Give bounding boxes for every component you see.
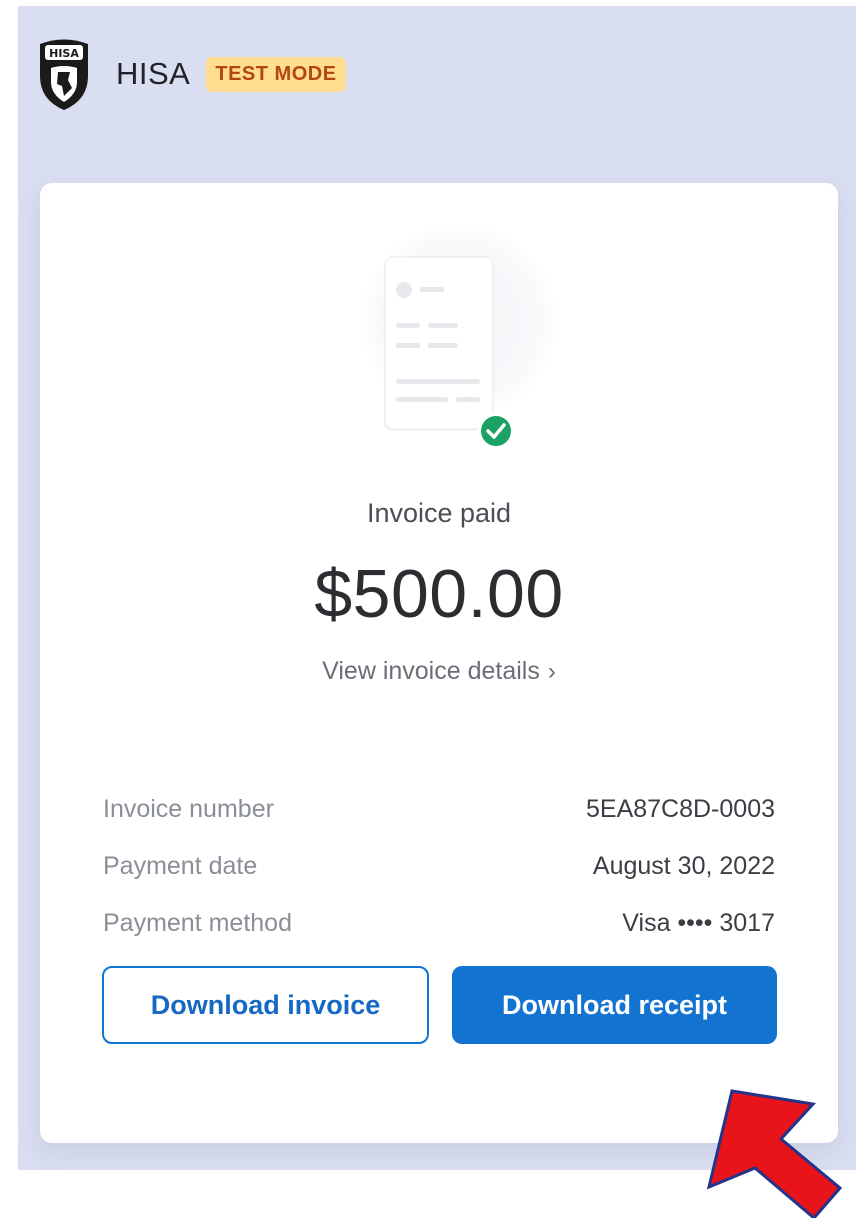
payment-date-label: Payment date: [103, 852, 258, 880]
invoice-card: Invoice paid $500.00 View invoice detail…: [40, 183, 838, 1143]
view-invoice-details-label: View invoice details: [322, 657, 540, 685]
brand-name: HISA: [116, 56, 191, 91]
hisa-logo-icon: HISA: [40, 39, 88, 110]
invoice-number-label: Invoice number: [103, 795, 274, 823]
action-buttons: Download invoice Download receipt: [102, 966, 777, 1046]
payment-date-value: August 30, 2022: [592, 852, 775, 880]
payment-date-row: Payment date August 30, 2022: [103, 838, 775, 895]
payment-method-row: Payment method Visa •••• 3017: [103, 895, 775, 952]
check-circle-icon: [478, 413, 514, 449]
download-receipt-button[interactable]: Download receipt: [452, 966, 777, 1044]
invoice-status: Invoice paid: [366, 498, 512, 528]
header: HISA HISA TEST MODE: [38, 38, 346, 110]
logo-text: HISA: [49, 47, 79, 60]
invoice-document-icon: [384, 256, 514, 449]
chevron-right-icon: ›: [547, 658, 556, 685]
invoice-number-row: Invoice number 5EA87C8D-0003: [103, 781, 775, 838]
invoice-number-value: 5EA87C8D-0003: [585, 795, 775, 823]
red-arrow-annotation-icon: [706, 1089, 843, 1218]
payment-method-label: Payment method: [103, 909, 292, 937]
invoice-info: Invoice number 5EA87C8D-0003 Payment dat…: [103, 781, 775, 952]
payment-method-value: Visa •••• 3017: [622, 909, 775, 937]
download-invoice-button[interactable]: Download invoice: [102, 966, 429, 1044]
view-invoice-details-link[interactable]: View invoice details ›: [40, 657, 838, 686]
invoice-amount: $500.00: [314, 556, 564, 632]
test-mode-badge: TEST MODE: [206, 56, 346, 92]
